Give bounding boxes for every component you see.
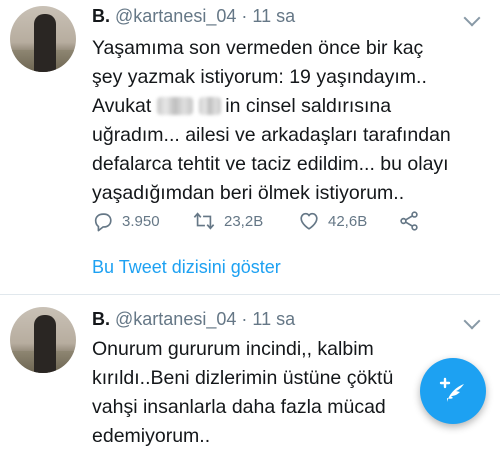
retweet-button[interactable]: 23,2B [192,210,263,232]
caret-down-icon[interactable] [463,312,481,330]
share-button[interactable] [398,210,420,232]
avatar[interactable] [10,6,76,72]
tweet-line: Avukat in cinsel saldırısına [92,92,492,121]
tweet-line: uğradım... ailesi ve arkadaşları tarafın… [92,124,451,146]
tweet-line: yaşadığımdan beri ölmek istiyorum.. [92,182,405,204]
timestamp[interactable]: 11 sa [252,309,295,329]
timestamp[interactable]: 11 sa [252,6,295,26]
tweet[interactable]: B. @kartanesi_04 · 11 sa Yaşamıma son ve… [0,0,500,294]
retweet-count: 23,2B [224,212,264,230]
redacted-name [157,97,194,115]
tweet-line: defalarca tehtit ve taciz edildim... bu … [92,153,449,175]
avatar-figure [34,315,56,373]
tweet-text: Yaşamıma son vermeden önce bir kaç şey y… [92,34,492,208]
avatar[interactable] [10,307,76,373]
like-icon [300,212,318,230]
tweet-line: Onurum gururum incindi,, kalbim [92,338,374,360]
separator: · [241,309,248,329]
reply-icon [94,213,112,232]
compose-tweet-button[interactable] [420,358,486,424]
tweet-text-fragment: Avukat [92,95,152,117]
tweet[interactable]: B. @kartanesi_04 · 11 sa Onurum gururum … [0,295,500,447]
tweet-text-fragment: in cinsel saldırısına [225,95,392,117]
compose-tweet-icon [439,377,464,402]
tweet-line: Yaşamıma son vermeden önce bir kaç [92,37,424,59]
tweet-actions: 3.950 23,2B 42,6B [92,210,422,234]
tweet-header: B. @kartanesi_04 · 11 sa [92,6,295,27]
display-name[interactable]: B. [92,309,110,329]
tweet-line: edemiyorum.. [92,425,211,447]
display-name[interactable]: B. [92,6,110,26]
retweet-icon [193,212,215,230]
like-count: 42,6B [328,212,368,230]
like-button[interactable]: 42,6B [298,210,367,232]
separator: · [241,6,248,26]
show-thread-link[interactable]: Bu Tweet dizisini göster [92,257,281,278]
reply-button[interactable]: 3.950 [92,210,160,232]
user-handle[interactable]: @kartanesi_04 [115,309,236,329]
avatar-figure [34,14,56,72]
caret-down-icon[interactable] [463,9,481,27]
tweet-header: B. @kartanesi_04 · 11 sa [92,309,295,330]
reply-count: 3.950 [122,212,160,230]
redacted-name [199,97,222,115]
tweet-line: şey yazmak istiyorum: 19 yaşındayım.. [92,66,427,88]
user-handle[interactable]: @kartanesi_04 [115,6,236,26]
share-icon [400,211,418,231]
